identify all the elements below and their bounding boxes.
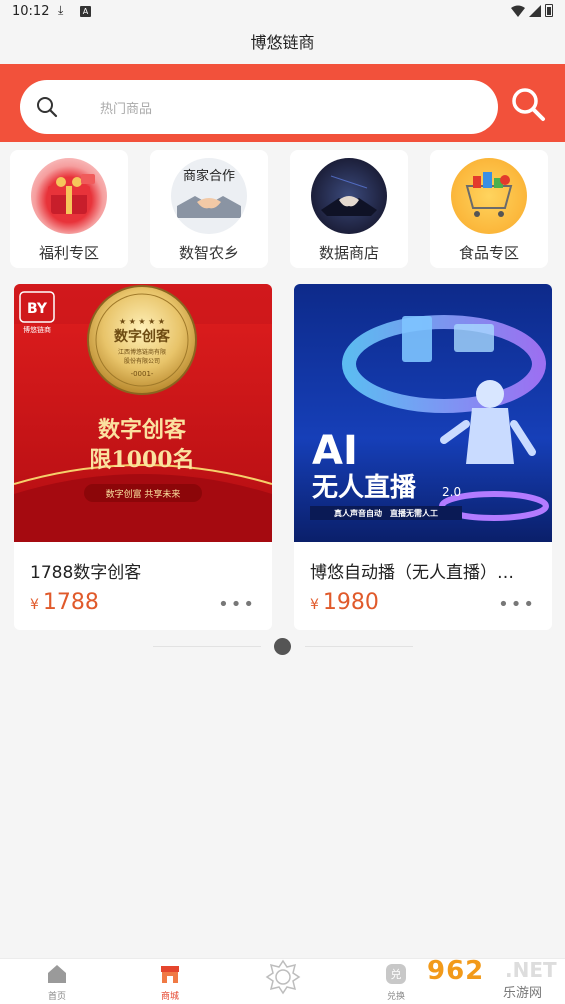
tab-label: 商城	[160, 992, 179, 1002]
badge-number: -0001-	[131, 370, 154, 378]
shop-icon	[161, 966, 179, 983]
status-bar: 10:12 ⤓ A	[0, 0, 565, 24]
category-shuzhi[interactable]: 商家合作 数智农乡	[150, 150, 268, 268]
search-band: 热门商品	[0, 64, 565, 142]
category-data-store[interactable]: 数据商店	[290, 150, 408, 268]
product-price: ¥1980	[310, 590, 379, 615]
image-version: 2.0	[442, 485, 461, 499]
image-title-2: 无人直播	[312, 473, 417, 503]
signal-icon	[529, 4, 541, 17]
exchange-icon: 兑	[386, 964, 406, 984]
product-image: BY 博悠链商 ★ ★ ★ ★ ★ 数字创客 江西博悠链商有限 股份有限公司 -…	[14, 284, 272, 542]
badge-title: 数字创客	[114, 328, 171, 345]
brand-logo: BY	[27, 301, 48, 317]
watermark-text: 乐游网	[503, 986, 543, 1001]
page-indicator	[0, 638, 565, 658]
business-handshake-icon	[311, 158, 387, 234]
battery-icon	[545, 4, 553, 17]
handshake-icon: 商家合作	[171, 158, 247, 234]
category-label: 食品专区	[458, 244, 519, 262]
category-label: 数智农乡	[178, 244, 239, 262]
product-name: 博悠自动播（无人直播）…	[310, 563, 514, 583]
tab-exchange[interactable]: 兑 兑换	[356, 963, 436, 1002]
price-value: 1980	[322, 590, 379, 615]
tab-shop[interactable]: 商城	[130, 963, 210, 1002]
more-options-icon[interactable]: •••	[218, 594, 256, 615]
svg-text:商家合作: 商家合作	[183, 168, 235, 184]
image-caption: 真人声音自动 直播无需人工	[334, 508, 438, 518]
page-title: 博悠链商	[0, 24, 565, 64]
category-label: 福利专区	[38, 244, 99, 262]
brand-logo-sub: 博悠链商	[23, 325, 51, 334]
svg-text:★ ★ ★ ★ ★: ★ ★ ★ ★ ★	[119, 317, 165, 326]
search-icon	[37, 97, 58, 118]
search-placeholder: 热门商品	[100, 102, 153, 117]
ribbon-text: 数字创富 共享未来	[106, 488, 181, 500]
currency-symbol: ¥	[30, 597, 39, 613]
headline-1: 数字创客	[98, 417, 187, 443]
svg-text:兑: 兑	[391, 967, 402, 981]
product-price: ¥1788	[30, 590, 99, 615]
watermark-logo: 962 .NET 乐游网	[425, 954, 565, 1004]
wifi-icon	[511, 5, 525, 17]
badge-line2: 股份有限公司	[124, 357, 160, 365]
tab-center[interactable]	[243, 959, 323, 999]
watermark-net: .NET	[505, 958, 557, 982]
page-dot	[274, 638, 291, 655]
shopping-cart-icon	[451, 158, 527, 234]
app-notification-icon: A	[80, 6, 91, 17]
product-image: AI 无人直播 2.0 真人声音自动 直播无需人工	[294, 284, 552, 542]
product-name: 1788数字创客	[30, 563, 142, 583]
divider	[305, 646, 413, 647]
category-food[interactable]: 食品专区	[430, 150, 548, 268]
tab-home[interactable]: 首页	[17, 963, 97, 1002]
price-value: 1788	[42, 590, 99, 615]
search-button[interactable]	[510, 86, 546, 122]
badge-icon	[265, 959, 301, 995]
headline-2: 限1000名	[89, 447, 194, 473]
category-grid: 福利专区 商家合作 数智农乡 数据商店 食品专区	[0, 148, 565, 270]
currency-symbol: ¥	[310, 597, 319, 613]
image-title-1: AI	[312, 428, 358, 474]
tab-label: 首页	[47, 992, 66, 1002]
search-input[interactable]: 热门商品	[20, 80, 498, 134]
status-time: 10:12	[12, 4, 50, 19]
gift-icon	[31, 158, 107, 234]
category-fuli[interactable]: 福利专区	[10, 150, 128, 268]
home-icon	[48, 965, 66, 983]
status-icons	[511, 4, 553, 17]
tab-label: 兑换	[386, 992, 405, 1002]
download-icon: ⤓	[58, 3, 64, 17]
badge-line1: 江西博悠链商有限	[118, 348, 166, 356]
product-card[interactable]: AI 无人直播 2.0 真人声音自动 直播无需人工 博悠自动播（无人直播）… ¥…	[294, 284, 552, 630]
divider	[153, 646, 261, 647]
watermark-number: 962	[427, 956, 485, 986]
more-options-icon[interactable]: •••	[498, 594, 536, 615]
product-card[interactable]: BY 博悠链商 ★ ★ ★ ★ ★ 数字创客 江西博悠链商有限 股份有限公司 -…	[14, 284, 272, 630]
category-label: 数据商店	[318, 244, 379, 262]
